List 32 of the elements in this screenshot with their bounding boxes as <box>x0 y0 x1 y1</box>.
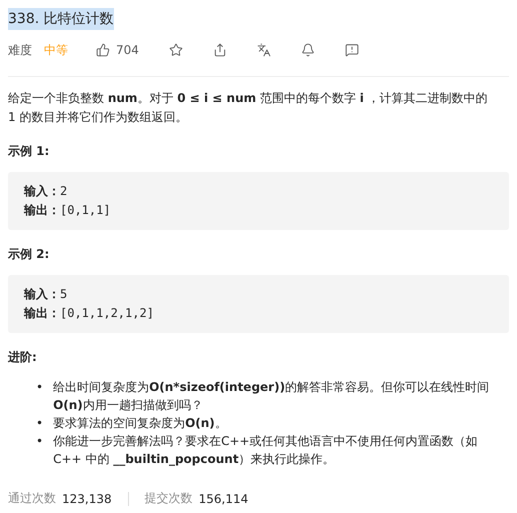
example-heading: 示例 1: <box>8 143 50 160</box>
stat-value: 156,114 <box>198 492 248 506</box>
feedback-button[interactable] <box>344 43 359 57</box>
bullet-marker: • <box>36 415 44 432</box>
problem-description: 给定一个非负整数 num。对于 0 ≤ i ≤ num 范围中的每个数字 i ，计算其二进制数中的 1 的数目并将它们作为数组返回。 <box>8 90 489 126</box>
code-value: [0,1,1] <box>60 202 111 219</box>
thumbs-up-icon <box>96 43 110 57</box>
advanced-item: 要求算法的空间复杂度为O(n)。 <box>53 415 227 432</box>
code-label: 输入： <box>24 286 60 303</box>
like-button[interactable]: 704 <box>96 43 139 57</box>
advanced-item: 你能进一步完善解法吗？要求在C++或任何其他语言中不使用任何内置函数（如 C++ 中的 __builtin_popcount）来执行此操作。 <box>53 433 479 468</box>
code-label: 输出： <box>24 202 60 219</box>
advanced-heading: 进阶: <box>8 349 38 366</box>
bullet-marker: • <box>36 379 44 396</box>
code-value: [0,1,1,2,1,2] <box>60 305 154 322</box>
advanced-item: 给出时间复杂度为O(n*sizeof(integer))的解答非常容易。但你可以在线性时间O(n)内用一趟扫描做到吗？ <box>53 379 490 414</box>
code-value: 5 <box>60 286 68 303</box>
notification-button[interactable] <box>300 43 315 57</box>
stat-label: 通过次数 <box>8 490 56 507</box>
favorite-button[interactable] <box>168 43 183 57</box>
code-label: 输出： <box>24 305 60 322</box>
example-heading: 示例 2: <box>8 246 50 263</box>
problem-title: 338. 比特位计数 <box>8 8 114 30</box>
stat-value: 123,138 <box>62 492 112 506</box>
code-value: 2 <box>60 183 68 200</box>
stat-label: 提交次数 <box>144 490 193 507</box>
share-button[interactable] <box>212 43 227 57</box>
difficulty-label: 难度 <box>8 42 32 58</box>
difficulty-value: 中等 <box>44 42 68 58</box>
translate-button[interactable] <box>256 43 271 57</box>
bullet-marker: • <box>36 433 44 450</box>
code-label: 输入： <box>24 183 60 200</box>
